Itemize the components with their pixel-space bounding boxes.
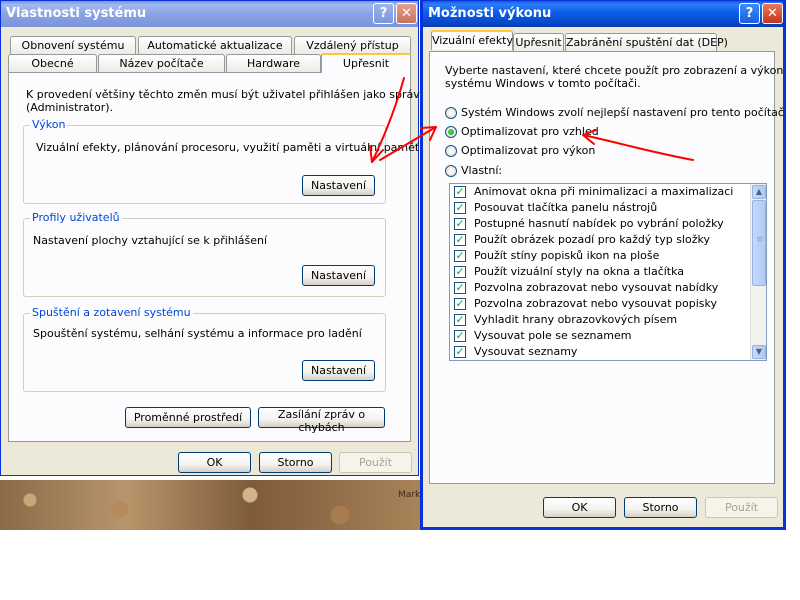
system-properties-titlebar[interactable]: Vlastnosti systému xyxy=(1,1,418,27)
tab-visual-effects[interactable]: Vizuální efekty xyxy=(431,30,513,50)
ok-button[interactable]: OK xyxy=(543,497,616,518)
checkbox-label: Pozvolna zobrazovat nebo vysouvat popisk… xyxy=(474,297,717,310)
performance-options-window: Možnosti výkonu ? ✕ Upřesnit Zabránění s… xyxy=(420,0,786,530)
scroll-down-button[interactable]: ▼ xyxy=(752,345,766,359)
close-button[interactable]: ✕ xyxy=(396,3,417,24)
admin-note: K provedení většiny těchto změn musí být… xyxy=(26,88,433,101)
user-profiles-settings-button[interactable]: Nastavení xyxy=(302,265,375,286)
apply-button[interactable]: Použít xyxy=(339,452,412,473)
checkbox-label: Vysouvat seznamy xyxy=(474,345,578,358)
intro-text-2: systému Windows v tomto počítači. xyxy=(445,77,641,90)
cancel-button[interactable]: Storno xyxy=(624,497,697,518)
checkbox[interactable]: ✓ xyxy=(454,234,466,246)
checkbox[interactable]: ✓ xyxy=(454,346,466,358)
checkbox-label: Posouvat tlačítka panelu nástrojů xyxy=(474,201,658,214)
desktop-icon-label: Mark xyxy=(398,490,421,500)
tab-advanced[interactable]: Upřesnit xyxy=(513,33,564,51)
visual-effects-panel: Vyberte nastavení, které chcete použít p… xyxy=(429,51,784,484)
checkbox-label: Pozvolna zobrazovat nebo vysouvat nabídk… xyxy=(474,281,719,294)
admin-note-2: (Administrator). xyxy=(26,101,114,114)
tab-system-restore[interactable]: Obnovení systému xyxy=(10,36,136,54)
environment-variables-button[interactable]: Proměnné prostředí xyxy=(125,407,251,428)
user-profiles-description: Nastavení plochy vztahující se k přihláš… xyxy=(33,234,268,247)
vertical-scrollbar[interactable]: ▲ ▼ xyxy=(750,184,766,360)
scroll-thumb[interactable] xyxy=(752,200,766,286)
radio-label: Vlastní: xyxy=(461,164,503,177)
radio-button[interactable] xyxy=(445,165,457,177)
radio-label: Optimalizovat pro výkon xyxy=(461,144,596,157)
visual-effects-list[interactable]: ✓ Animovat okna při minimalizaci a maxima… xyxy=(449,183,767,361)
radio-best-appearance[interactable]: Optimalizovat pro vzhled xyxy=(445,125,765,141)
startup-recovery-settings-button[interactable]: Nastavení xyxy=(302,360,375,381)
performance-settings-button[interactable]: Nastavení xyxy=(302,175,375,196)
scroll-up-button[interactable]: ▲ xyxy=(752,185,766,199)
tab-hardware[interactable]: Hardware xyxy=(226,54,321,72)
performance-group: Výkon Vizuální efekty, plánování proceso… xyxy=(23,118,419,204)
radio-label: Systém Windows zvolí nejlepší nastavení … xyxy=(461,106,784,119)
advanced-tab-panel: K provedení většiny těchto změn musí být… xyxy=(8,72,433,442)
desktop-wallpaper: Mark xyxy=(0,480,420,530)
tab-general[interactable]: Obecné xyxy=(8,54,97,72)
ok-button[interactable]: OK xyxy=(178,452,251,473)
tab-automatic-updates[interactable]: Automatické aktualizace xyxy=(138,36,292,54)
radio-button[interactable] xyxy=(445,107,457,119)
user-profiles-group: Profily uživatelů Nastavení plochy vztah… xyxy=(23,211,386,297)
checkbox[interactable]: ✓ xyxy=(454,282,466,294)
checkbox[interactable]: ✓ xyxy=(454,266,466,278)
window-title: Možnosti výkonu xyxy=(428,6,552,21)
user-profiles-group-label: Profily uživatelů xyxy=(30,211,122,224)
checkbox[interactable]: ✓ xyxy=(454,202,466,214)
checkbox[interactable]: ✓ xyxy=(454,330,466,342)
tab-remote[interactable]: Vzdálený přístup xyxy=(294,36,411,54)
help-button[interactable]: ? xyxy=(739,3,760,24)
performance-description: Vizuální efekty, plánování procesoru, vy… xyxy=(36,141,420,154)
checkbox[interactable]: ✓ xyxy=(454,298,466,310)
tab-computer-name[interactable]: Název počítače xyxy=(98,54,225,72)
radio-let-windows-choose[interactable]: Systém Windows zvolí nejlepší nastavení … xyxy=(445,106,784,122)
help-button[interactable]: ? xyxy=(373,3,394,24)
checkbox[interactable]: ✓ xyxy=(454,218,466,230)
checkbox[interactable]: ✓ xyxy=(454,314,466,326)
radio-label: Optimalizovat pro vzhled xyxy=(461,125,599,138)
checkbox-label: Použít stíny popisků ikon na ploše xyxy=(474,249,660,262)
startup-recovery-group: Spuštění a zotavení systému Spouštění sy… xyxy=(23,306,386,392)
system-properties-window: Vlastnosti systému ? ✕ Obnovení systému … xyxy=(0,0,433,476)
startup-recovery-description: Spouštění systému, selhání systému a inf… xyxy=(33,327,362,340)
checkbox-label: Použít obrázek pozadí pro každý typ slož… xyxy=(474,233,710,246)
checkbox-label: Vyhladit hrany obrazovkových písem xyxy=(474,313,678,326)
radio-button[interactable] xyxy=(445,145,457,157)
cancel-button[interactable]: Storno xyxy=(259,452,332,473)
radio-button-selected[interactable] xyxy=(445,126,457,138)
window-title: Vlastnosti systému xyxy=(6,6,147,21)
checkbox-label: Postupné hasnutí nabídek po vybrání polo… xyxy=(474,217,724,230)
checkbox[interactable]: ✓ xyxy=(454,186,466,198)
error-reporting-button[interactable]: Zasílání zpráv o chybách xyxy=(258,407,385,434)
startup-recovery-group-label: Spuštění a zotavení systému xyxy=(30,306,193,319)
checkbox-label: Vysouvat pole se seznamem xyxy=(474,329,632,342)
performance-group-label: Výkon xyxy=(30,118,68,131)
checkbox-label: Animovat okna při minimalizaci a maximal… xyxy=(474,185,734,198)
radio-custom[interactable]: Vlastní: xyxy=(445,164,765,180)
performance-options-titlebar[interactable]: Možnosti výkonu xyxy=(423,1,783,27)
tab-advanced[interactable]: Upřesnit xyxy=(321,53,411,73)
checkbox[interactable]: ✓ xyxy=(454,250,466,262)
checkbox-label: Použít vizuální styly na okna a tlačítka xyxy=(474,265,685,278)
radio-best-performance[interactable]: Optimalizovat pro výkon xyxy=(445,144,765,160)
close-button[interactable]: ✕ xyxy=(762,3,783,24)
tab-dep[interactable]: Zabránění spuštění dat (DEP) xyxy=(565,33,728,51)
intro-text: Vyberte nastavení, které chcete použít p… xyxy=(445,64,784,77)
apply-button[interactable]: Použít xyxy=(705,497,778,518)
